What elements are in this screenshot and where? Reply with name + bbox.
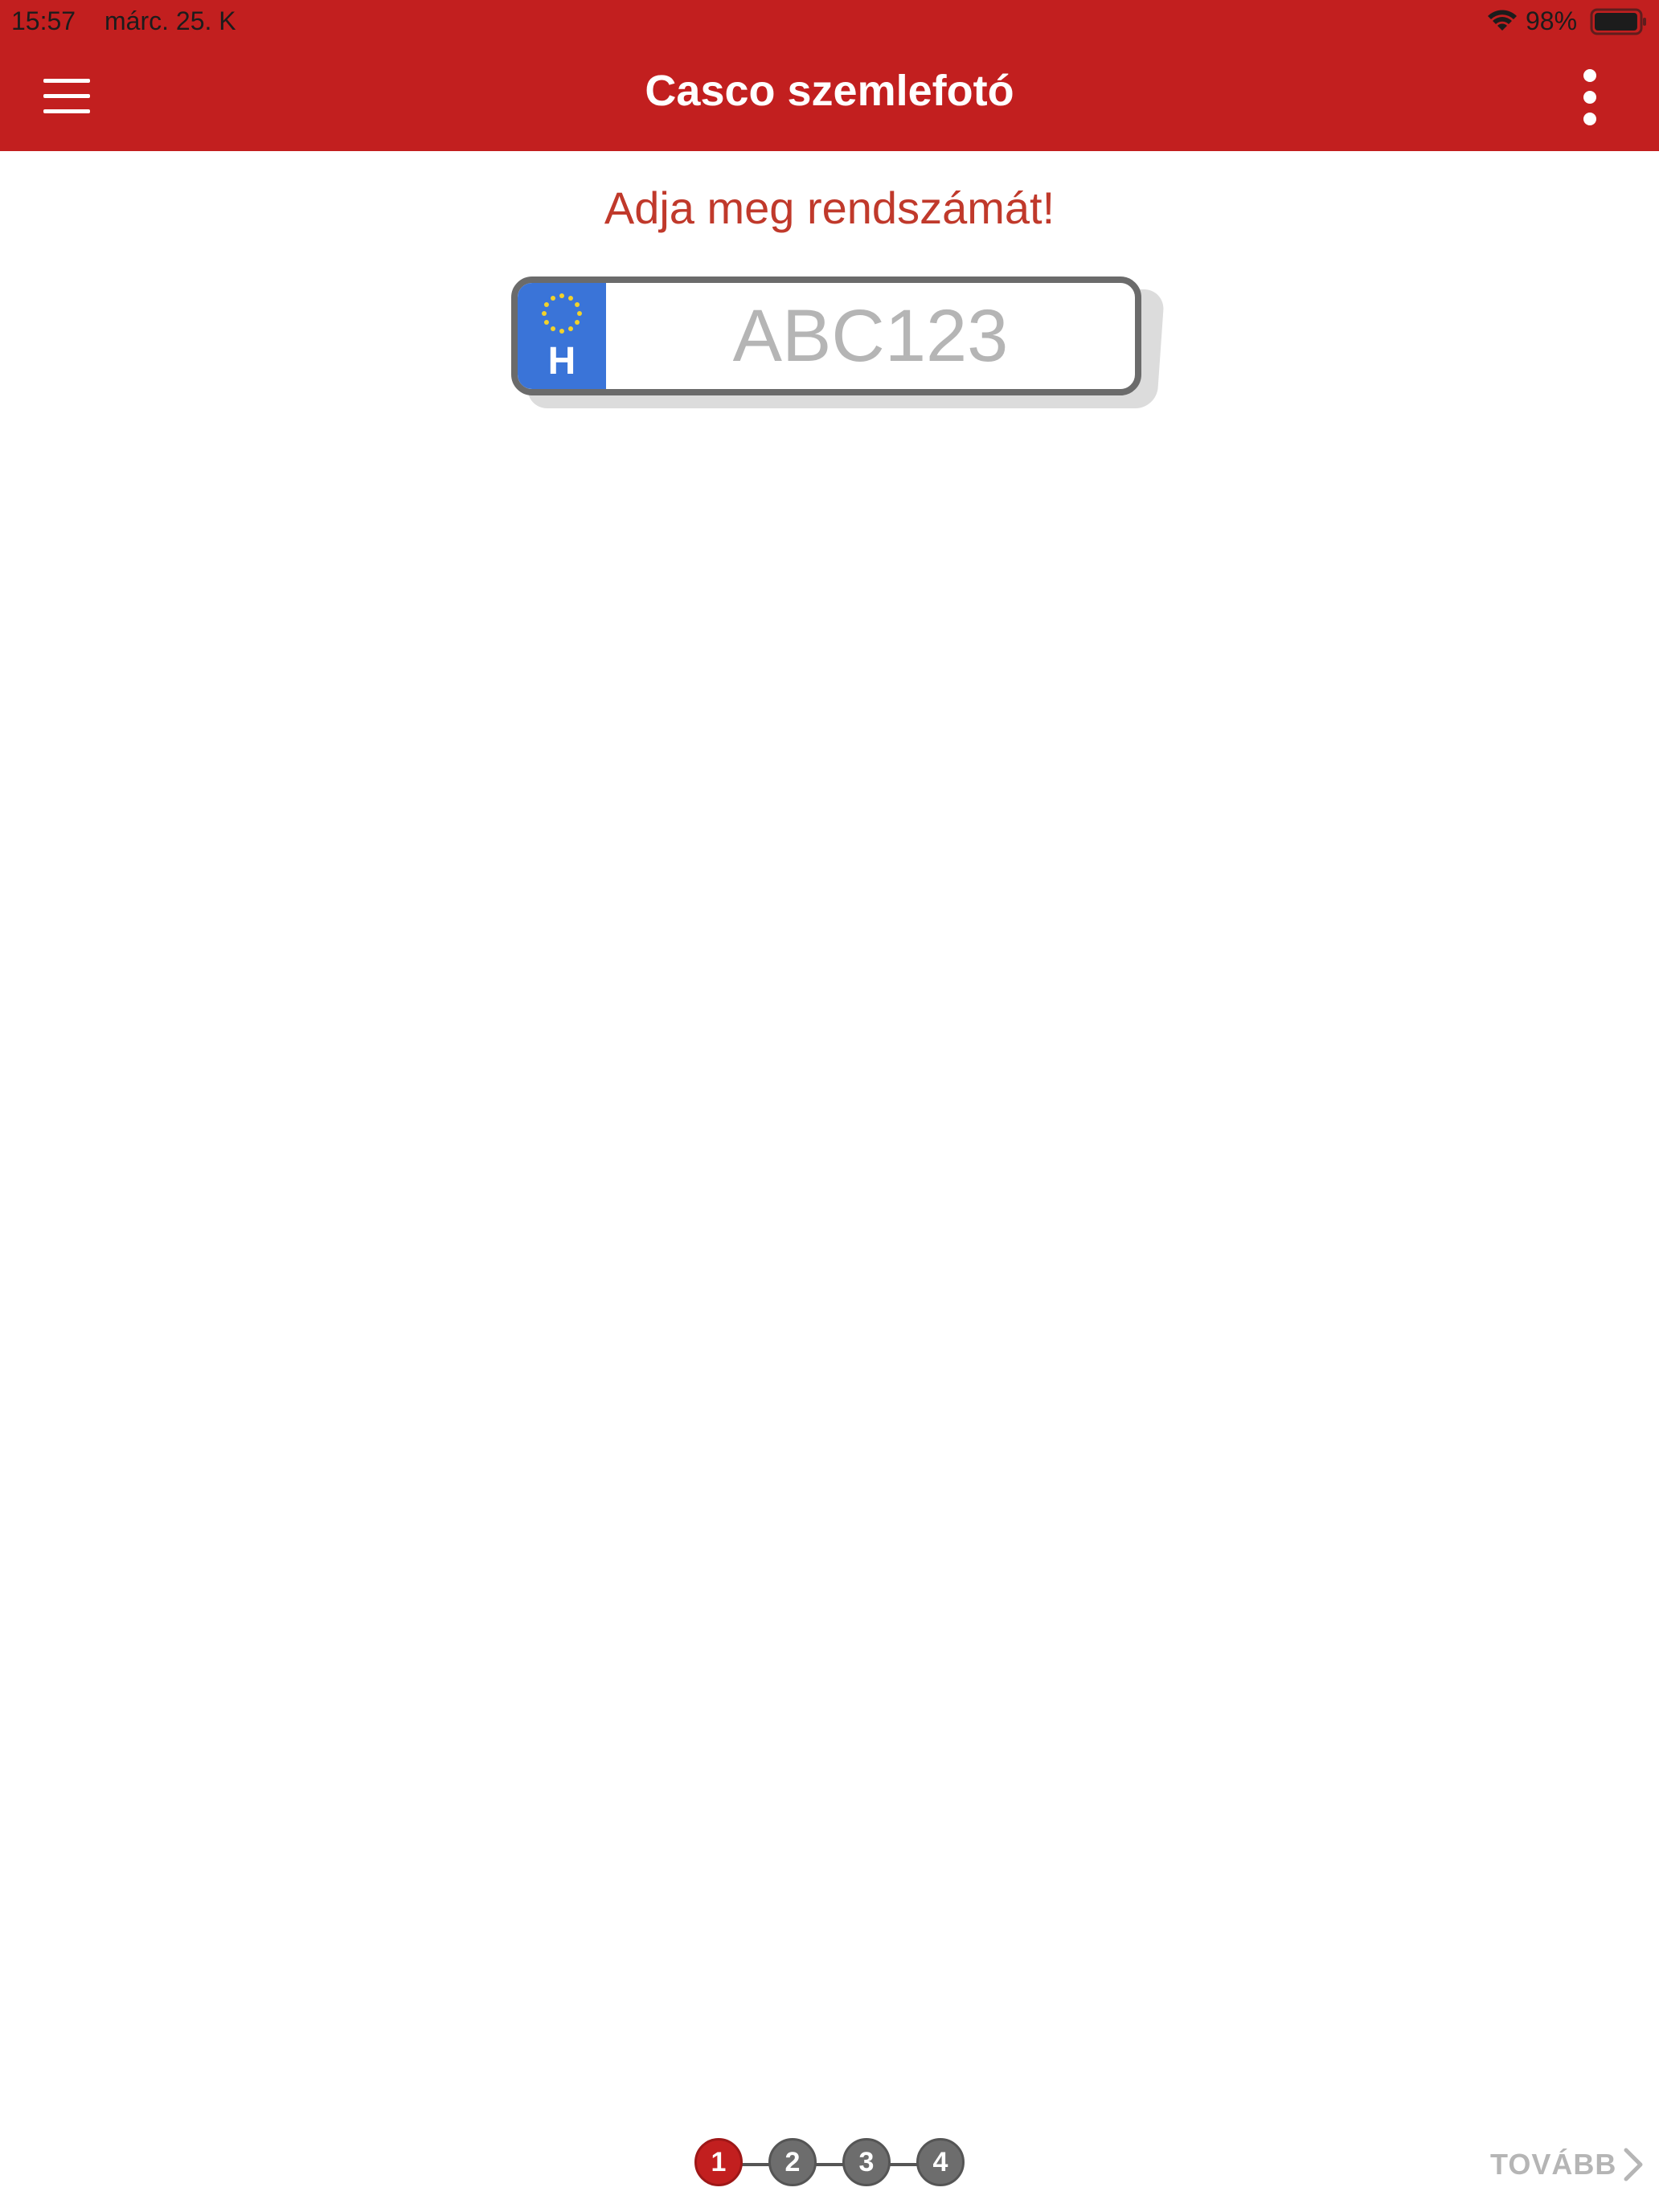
next-button[interactable]: TOVÁBB (1490, 2144, 1644, 2185)
eu-star (542, 311, 547, 316)
eu-star (551, 326, 555, 332)
eu-star (575, 320, 580, 325)
eu-star (575, 302, 580, 307)
battery-icon (1590, 8, 1646, 35)
step-3[interactable]: 3 (842, 2138, 891, 2186)
eu-star (543, 320, 549, 325)
step-1[interactable]: 1 (694, 2138, 743, 2186)
page-title: Casco szemlefotó (645, 67, 1014, 115)
plate-eu-band: H (518, 283, 606, 389)
eu-star (568, 326, 573, 332)
eu-star (577, 311, 582, 316)
eu-star (568, 295, 573, 301)
stepper-line (719, 2163, 936, 2166)
plate-prompt: Adja meg rendszámát! (604, 182, 1055, 233)
eu-star (559, 293, 564, 298)
eu-star (551, 295, 555, 301)
eu-stars-icon (542, 293, 582, 334)
battery-percent: 98% (1526, 6, 1578, 35)
next-label: TOVÁBB (1490, 2148, 1617, 2181)
eu-star (559, 329, 564, 334)
app-header: 15:57 márc. 25. K 98% Casco szemlefotó (0, 0, 1659, 151)
plate-country-code: H (547, 340, 576, 383)
step-4[interactable]: 4 (916, 2138, 965, 2186)
license-plate: H (511, 276, 1141, 395)
wifi-icon (1488, 10, 1517, 31)
more-vertical-icon[interactable] (1567, 68, 1612, 127)
step-indicator: 1 2 3 4 (694, 2138, 965, 2189)
step-2[interactable]: 2 (768, 2138, 817, 2186)
status-time: 15:57 (11, 6, 76, 35)
license-plate-input[interactable] (606, 283, 1135, 389)
chevron-right-icon (1624, 2148, 1643, 2181)
eu-star (543, 302, 549, 307)
status-date: márc. 25. K (104, 6, 236, 35)
